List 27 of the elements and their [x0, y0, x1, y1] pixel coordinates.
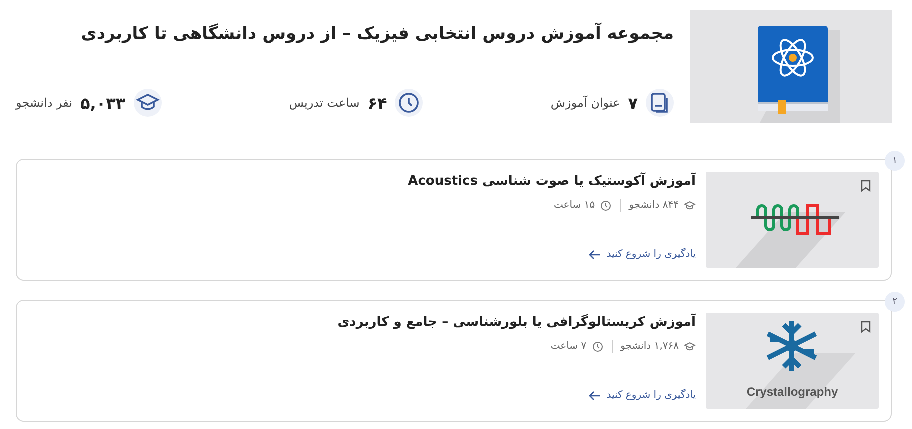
course-hours: ۱۵ ساعت [554, 200, 596, 211]
course-title[interactable]: آموزش کریستالوگرافی یا بلورشناسی – جامع و کاربردی [29, 315, 696, 330]
stat-label: عنوان آموزش [550, 96, 620, 110]
thumbnail-caption: Crystallography [746, 385, 840, 399]
course-number: ۱ [885, 151, 905, 171]
bookmark-icon[interactable] [861, 321, 871, 333]
clock-icon [397, 91, 422, 115]
student-count: ۱,۷۶۸ دانشجو [620, 341, 679, 352]
clock-icon [592, 340, 604, 352]
collection-title: مجموعه آموزش دروس انتخابی فیزیک – از دروس دانشگاهی تا کاربردی [80, 24, 674, 44]
arrow-left-icon [588, 390, 601, 400]
bookmark-icon[interactable] [861, 180, 871, 192]
arrow-left-icon [588, 250, 601, 260]
course-title[interactable]: آموزش آکوستیک یا صوت شناسی Acoustics [29, 174, 696, 189]
stat-value: ۵,۰۳۳ [80, 94, 126, 112]
student-count: ۸۴۴ دانشجو [629, 200, 679, 211]
stat-label: ساعت تدریس [289, 96, 360, 110]
course-number: ۲ [885, 292, 905, 312]
graduation-cap-icon [684, 340, 696, 352]
clock-icon [600, 200, 612, 212]
stat-value: ۶۴ [368, 94, 388, 112]
graduation-cap-icon [684, 200, 696, 212]
course-hours: ۷ ساعت [550, 341, 587, 352]
start-learning-link[interactable]: یادگیری را شروع کنید [588, 390, 696, 401]
stat-label: نفر دانشجو [16, 96, 73, 110]
start-learning-link[interactable]: یادگیری را شروع کنید [588, 249, 696, 260]
stat-value: ۷ [628, 94, 638, 112]
